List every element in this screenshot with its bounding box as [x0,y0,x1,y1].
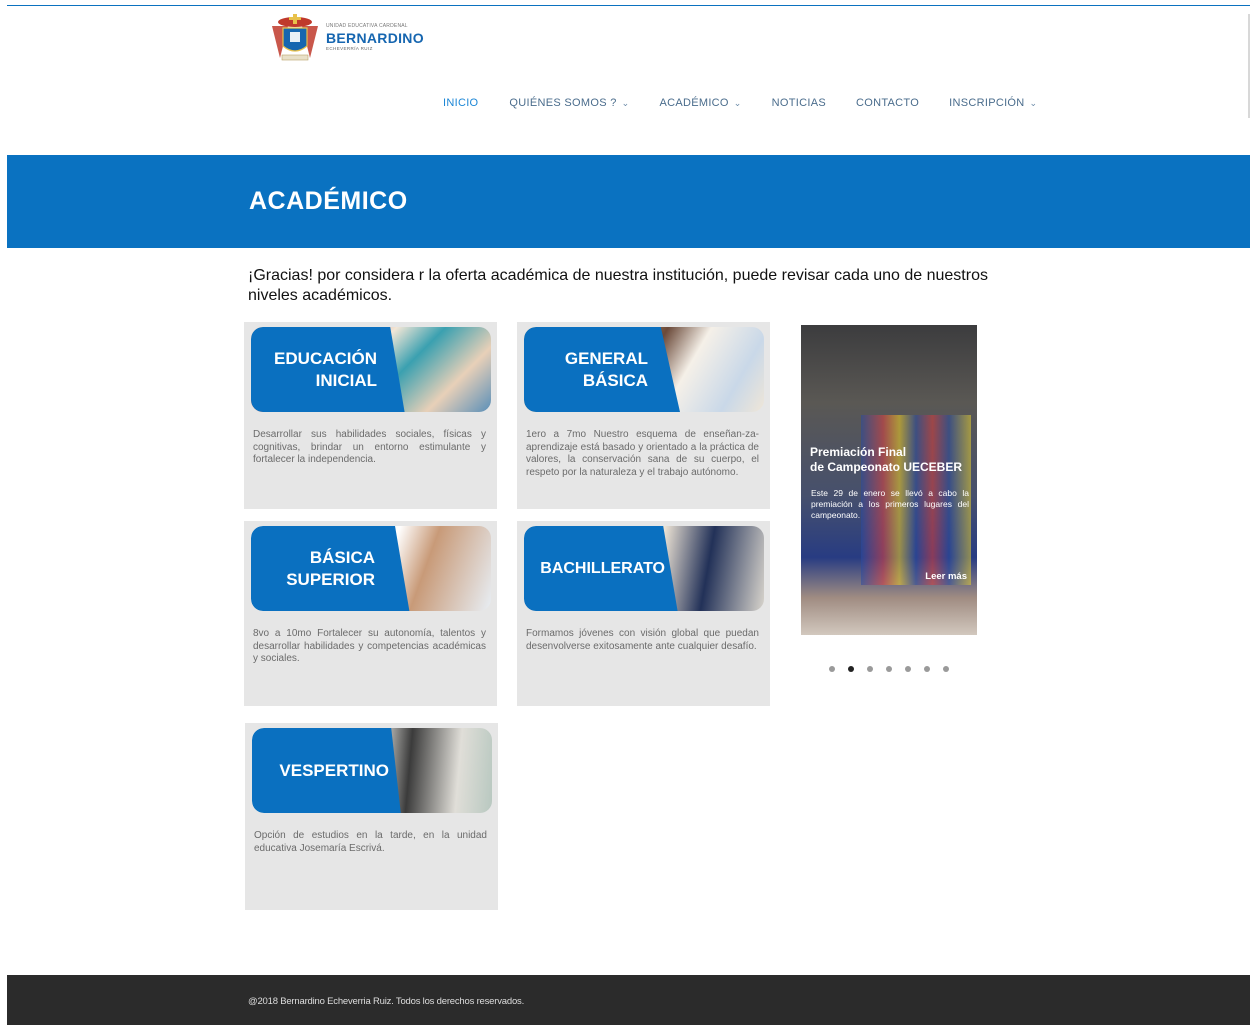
read-more-link[interactable]: Leer más [925,571,967,582]
card-header: GENERAL BÁSICA [524,327,764,412]
slider-dot[interactable] [867,666,873,672]
card-description: 8vo a 10mo Fortalecer su autonomía, tale… [253,628,486,664]
slider-dot[interactable] [943,666,949,672]
slide-text: Este 29 de enero se llevó a cabo la prem… [811,488,969,520]
nav-item-label: NOTICIAS [771,97,826,109]
news-slider[interactable]: Premiación Final de Campeonato UECEBER E… [801,325,977,635]
nav-item-label: INSCRIPCIÓN [949,97,1025,109]
card-header: BACHILLERATO [524,526,764,611]
nav-item-inscripcion[interactable]: INSCRIPCIÓN ⌄ [949,97,1037,109]
intro-text: ¡Gracias! por considera r la oferta acad… [248,267,988,304]
slider-dot[interactable] [848,666,854,672]
logo-main-text: BERNARDINO [326,30,424,47]
slider-dot[interactable] [924,666,930,672]
page-banner: ACADÉMICO [7,155,1250,248]
card-title-line2: SUPERIOR [286,569,375,589]
slide-title: Premiación Final de Campeonato UECEBER [810,445,963,474]
nav-item-inicio[interactable]: INICIO [443,97,478,109]
card-basica-superior[interactable]: BÁSICA SUPERIOR 8vo a 10mo Fortalecer su… [244,521,497,706]
card-description: 1ero a 7mo Nuestro esquema de enseñan-za… [526,429,759,478]
footer: @2018 Bernardino Echeverria Ruiz. Todos … [7,975,1250,1025]
card-header: EDUCACIÓN INICIAL [251,327,491,412]
card-description: Opción de estudios en la tarde, en la un… [254,830,487,854]
card-description: Desarrollar sus habilidades sociales, fí… [253,429,486,465]
page-title: ACADÉMICO [249,187,408,215]
top-border [7,5,1250,6]
card-header: VESPERTINO [252,728,492,813]
card-header: BÁSICA SUPERIOR [251,526,491,611]
nav-item-noticias[interactable]: NOTICIAS [772,97,826,109]
chevron-down-icon: ⌄ [733,97,742,108]
nav-item-label: INICIO [443,97,479,109]
crest-icon [268,12,322,64]
nav-item-label: CONTACTO [856,97,920,109]
slider-dot[interactable] [829,666,835,672]
card-general-basica[interactable]: GENERAL BÁSICA 1ero a 7mo Nuestro esquem… [517,322,770,509]
card-description: Formamos jóvenes con visión global que p… [526,628,759,652]
nav-item-label: QUIÉNES SOMOS ? [509,97,617,109]
nav-item-quienes-somos[interactable]: QUIÉNES SOMOS ? ⌄ [509,97,629,109]
card-title-line1: VESPERTINO [279,760,389,780]
nav-item-label: ACADÉMICO [659,97,729,109]
school-logo[interactable]: UNIDAD EDUCATIVA CARDENAL BERNARDINO ECH… [268,12,424,64]
card-title-line2: BÁSICA [582,370,648,390]
copyright-text: @2018 Bernardino Echeverria Ruiz. Todos … [248,996,525,1007]
chevron-down-icon: ⌄ [621,97,630,108]
card-vespertino[interactable]: VESPERTINO Opción de estudios en la tard… [245,723,498,910]
slider-dots [829,666,949,672]
card-title-line1: BÁSICA [309,547,375,567]
card-title-line1: BACHILLERATO [540,559,665,577]
card-title-line2: INICIAL [315,370,377,390]
nav-item-academico[interactable]: ACADÉMICO ⌄ [659,97,741,109]
chevron-down-icon: ⌄ [1029,97,1038,108]
slider-dot[interactable] [886,666,892,672]
main-nav: INICIO QUIÉNES SOMOS ? ⌄ ACADÉMICO ⌄ NOT… [443,97,1037,109]
logo-sub-text: ECHEVERRÍA RUIZ [326,46,373,52]
card-title-line1: GENERAL [564,348,648,368]
card-title-line1: EDUCACIÓN [274,348,377,368]
logo-top-text: UNIDAD EDUCATIVA CARDENAL [326,23,408,30]
nav-item-contacto[interactable]: CONTACTO [856,97,919,109]
card-educacion-inicial[interactable]: EDUCACIÓN INICIAL Desarrollar sus habili… [244,322,497,509]
card-bachillerato[interactable]: BACHILLERATO Formamos jóvenes con visión… [517,521,770,706]
slider-dot[interactable] [905,666,911,672]
